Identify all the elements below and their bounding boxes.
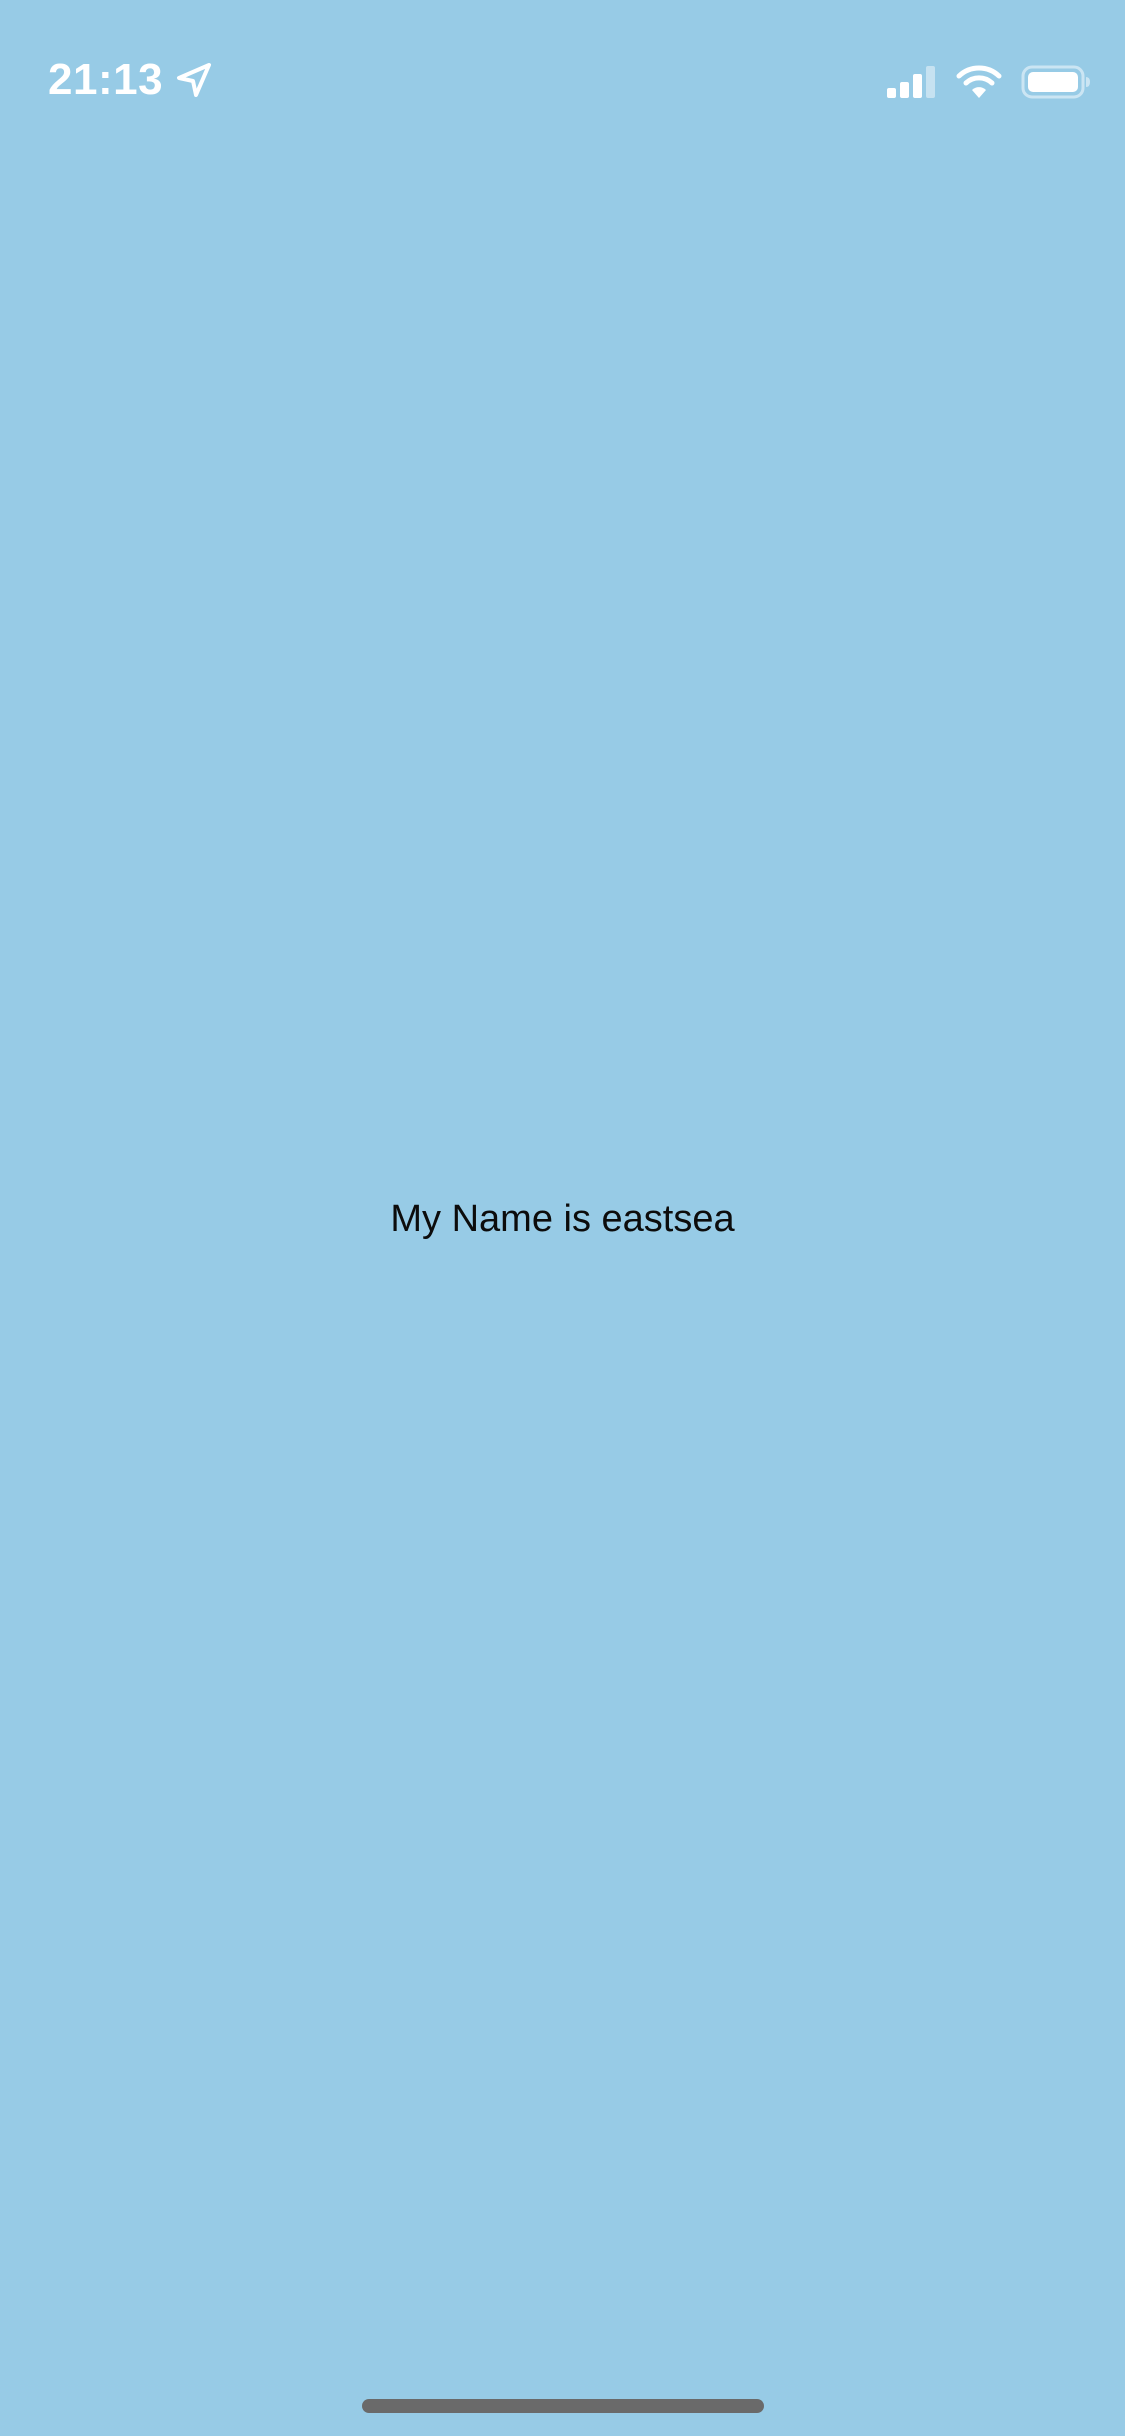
status-icons xyxy=(885,62,1091,102)
name-label: My Name is eastsea xyxy=(390,1198,735,1240)
battery-icon xyxy=(1021,64,1091,100)
status-time: 21:13 xyxy=(48,55,164,104)
status-bar: 21:13 xyxy=(0,0,1125,140)
wifi-icon xyxy=(955,64,1003,100)
cellular-signal-icon xyxy=(885,64,937,100)
home-indicator[interactable] xyxy=(362,2399,764,2413)
time-group: 21:13 xyxy=(48,52,213,108)
location-arrow-icon xyxy=(175,61,213,99)
